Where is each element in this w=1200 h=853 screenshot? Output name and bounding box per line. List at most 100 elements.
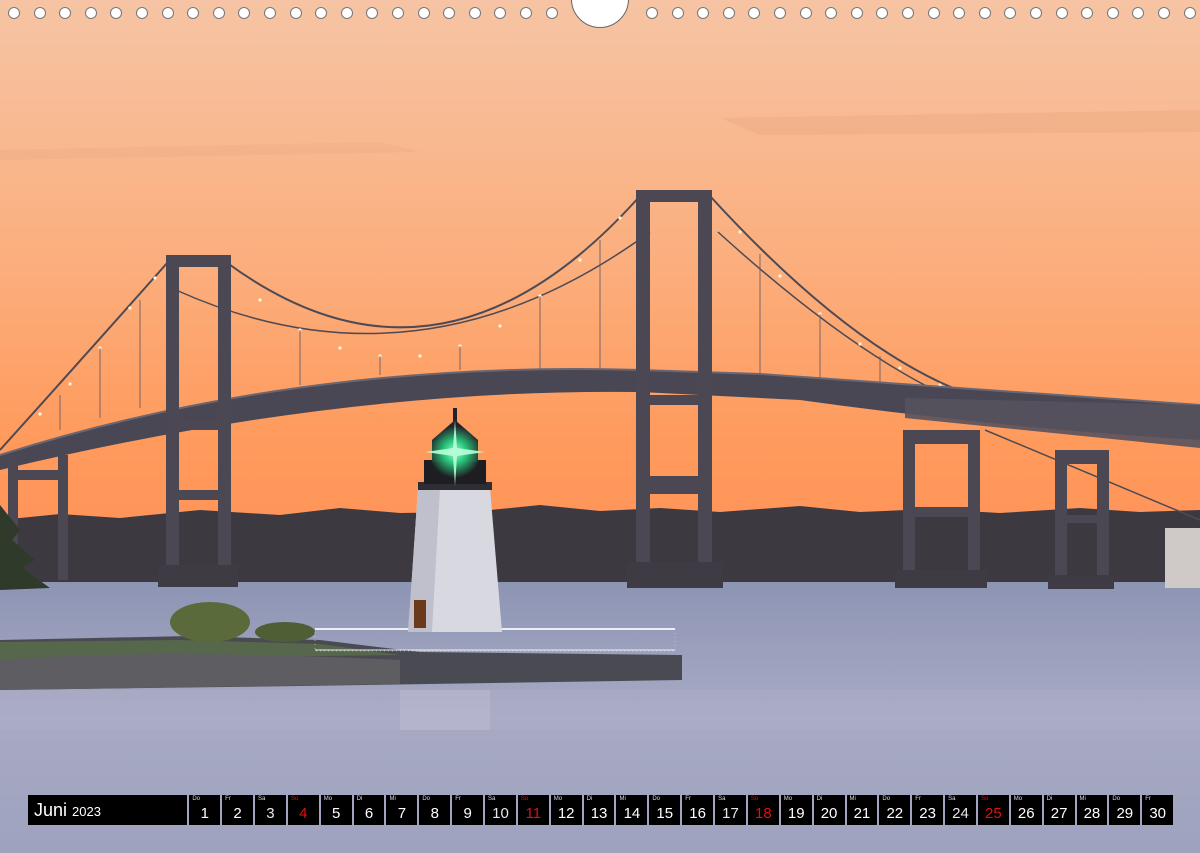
weekday-label: Fr <box>1145 796 1151 802</box>
binding-hole <box>392 7 404 19</box>
day-number: 17 <box>722 805 739 822</box>
binding-hole <box>799 7 812 19</box>
binding-hole <box>1081 7 1094 19</box>
spiral-binding <box>0 0 1200 30</box>
day-cell: Do 8 <box>419 795 451 825</box>
weekday-label: Sa <box>948 796 956 802</box>
binding-hole <box>494 7 507 19</box>
binding-hole <box>110 7 123 19</box>
binding-hole <box>1158 7 1170 19</box>
binding-hole <box>8 7 20 19</box>
binding-hole <box>748 7 761 19</box>
weekday-label: So <box>290 796 299 802</box>
day-number: 21 <box>853 805 871 822</box>
hanger-cutout <box>571 0 629 28</box>
day-cell: Mo 19 <box>780 795 812 825</box>
binding-hole <box>212 7 225 19</box>
day-cell: Do 29 <box>1109 795 1141 825</box>
weekday-label: Mo <box>783 796 793 802</box>
binding-hole <box>1132 7 1145 19</box>
calendar-photo <box>0 0 1200 853</box>
day-number: 22 <box>886 805 904 822</box>
binding-hole <box>1030 7 1042 19</box>
day-cell: Do 22 <box>879 795 911 825</box>
day-number: 13 <box>590 805 608 822</box>
day-number: 16 <box>689 805 706 822</box>
weekday-label: Do <box>192 796 200 802</box>
day-cell: So 18 <box>747 795 779 825</box>
binding-hole <box>927 7 940 19</box>
day-cell: Fr 16 <box>682 795 714 825</box>
day-cell: Di 20 <box>813 795 845 825</box>
binding-hole <box>443 7 456 19</box>
binding-hole <box>876 7 889 19</box>
day-number: 20 <box>820 805 838 822</box>
day-cell: Sa 10 <box>485 795 516 825</box>
day-number: 25 <box>985 805 1002 822</box>
weekday-label: Fr <box>685 796 691 802</box>
binding-hole <box>238 7 251 19</box>
bridge-abutment <box>1165 528 1200 588</box>
day-cell: Di 6 <box>353 795 385 825</box>
binding-hole <box>646 7 658 19</box>
day-number: 12 <box>557 805 575 822</box>
day-number: 18 <box>755 805 772 822</box>
day-cell: Fr 30 <box>1142 795 1174 825</box>
shrub <box>170 602 250 642</box>
day-number: 30 <box>1149 805 1166 822</box>
day-cell: Mo 12 <box>550 795 582 825</box>
binding-hole <box>264 7 276 19</box>
day-cell: Di 13 <box>583 795 615 825</box>
weekday-label: So <box>750 796 759 802</box>
day-number: 14 <box>623 805 641 822</box>
day-number: 19 <box>787 805 805 822</box>
weekday-label: Fr <box>915 796 921 802</box>
day-cell: Di 27 <box>1043 795 1075 825</box>
day-number: 26 <box>1017 805 1035 822</box>
weekday-label: Mi <box>389 796 396 802</box>
day-number: 10 <box>492 805 509 822</box>
month-label: Juni 2023 <box>28 795 188 825</box>
weekday-label: Do <box>882 796 891 802</box>
weekday-label: Mi <box>849 796 856 802</box>
day-cell: Sa 3 <box>255 795 286 825</box>
day-number: 7 <box>397 805 407 822</box>
day-cell: Do 15 <box>649 795 681 825</box>
day-number: 2 <box>233 805 242 822</box>
binding-hole <box>84 7 97 19</box>
weekday-label: Di <box>816 796 823 802</box>
weekday-label: Mi <box>619 796 626 802</box>
day-number: 8 <box>430 805 439 822</box>
binding-hole <box>825 7 838 19</box>
weekday-label: Fr <box>225 796 231 802</box>
weekday-label: Mo <box>323 796 333 802</box>
weekday-label: Sa <box>258 796 266 802</box>
binding-hole <box>315 7 328 19</box>
day-number: 11 <box>525 805 542 822</box>
binding-hole <box>697 7 710 19</box>
day-number: 3 <box>266 805 275 822</box>
day-cell: Fr 23 <box>912 795 944 825</box>
binding-hole <box>1106 7 1119 19</box>
weekday-label: Di <box>586 796 593 802</box>
day-cell: So 11 <box>517 795 549 825</box>
binding-hole <box>671 7 684 19</box>
binding-hole <box>59 7 72 19</box>
weekday-label: Mo <box>1013 796 1023 802</box>
day-cell: Mo 26 <box>1010 795 1042 825</box>
day-number: 28 <box>1083 805 1101 822</box>
weekday-label: Do <box>652 796 661 802</box>
binding-hole <box>722 7 735 19</box>
month-name: Juni <box>34 800 68 820</box>
binding-hole <box>545 7 558 19</box>
day-number: 4 <box>299 805 308 822</box>
binding-hole <box>161 7 174 19</box>
day-number: 1 <box>200 805 209 822</box>
binding-hole <box>1183 7 1196 19</box>
binding-hole <box>1004 7 1017 19</box>
weekday-label: So <box>980 796 989 802</box>
day-cell: Sa 17 <box>715 795 746 825</box>
weekday-label: Do <box>422 796 430 802</box>
binding-hole <box>366 7 379 19</box>
day-cell: Mi 14 <box>616 795 648 825</box>
